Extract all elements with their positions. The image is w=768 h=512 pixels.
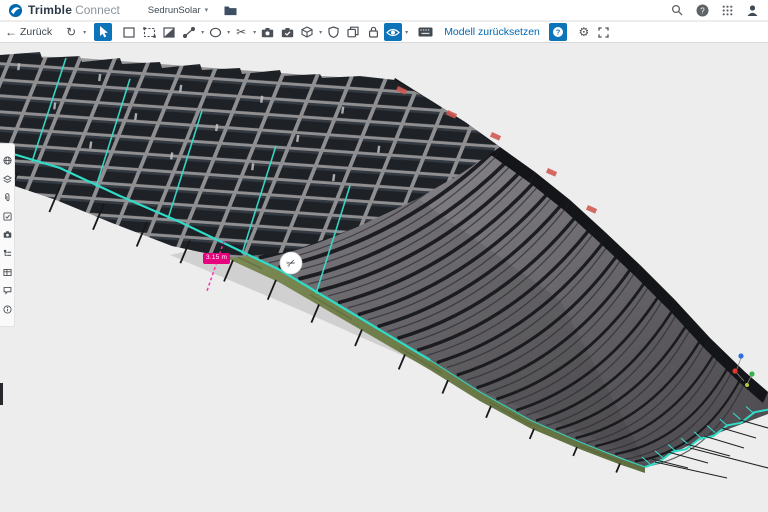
svg-text:?: ? (700, 6, 705, 15)
tree-list-icon (3, 249, 12, 258)
fullscreen-button[interactable] (595, 23, 613, 41)
globe-icon (3, 156, 12, 165)
folder-icon (224, 5, 237, 16)
camera-small-icon (3, 230, 12, 239)
measure-tool-button[interactable] (180, 23, 198, 41)
shield-icon (328, 26, 339, 38)
app-window: { "app": { "brand_primary": "Trimble", "… (0, 0, 768, 512)
orbit-tool-button[interactable]: ↻ (62, 23, 80, 41)
eye-icon (386, 27, 400, 38)
marquee-icon (143, 27, 156, 38)
ellipse-icon (209, 27, 222, 38)
help-marker-button[interactable]: ? (549, 23, 567, 41)
ellipse-caret-icon[interactable]: ▾ (227, 29, 230, 36)
edge-pole (0, 383, 3, 405)
viewer-toolbar: ← Zurück ↻ ▾ ▾ ▾ ✂ ▾ (0, 22, 768, 43)
clip-tool-button[interactable]: ✂ (232, 23, 250, 41)
lock-button[interactable] (364, 23, 382, 41)
box-select-icon (123, 27, 135, 38)
paperclip-icon (3, 193, 12, 202)
svg-text:?: ? (556, 28, 561, 37)
checkbox-icon (3, 212, 12, 221)
model-tool-button[interactable] (298, 23, 316, 41)
search-button[interactable] (669, 2, 685, 18)
account-icon (746, 4, 759, 17)
marquee-select-button[interactable] (140, 23, 158, 41)
protect-button[interactable] (324, 23, 342, 41)
keyboard-icon (418, 27, 433, 37)
snapshot-button[interactable] (258, 23, 276, 41)
apps-button[interactable] (719, 2, 735, 18)
orbit-caret-icon[interactable]: ▾ (83, 29, 86, 36)
back-arrow-icon: ← (5, 26, 17, 38)
half-filled-square-icon (163, 27, 175, 38)
trimble-logo-icon (8, 3, 23, 18)
clip-caret-icon[interactable]: ▾ (253, 29, 256, 36)
copy-icon (347, 26, 359, 38)
fullscreen-icon (598, 27, 609, 38)
top-bar: Trimble Connect SedrunSolar ▾ ? (0, 0, 768, 21)
sidebar-item-views[interactable] (2, 230, 12, 240)
camera-check-icon (281, 27, 294, 38)
invert-selection-button[interactable] (160, 23, 178, 41)
help-icon: ? (696, 4, 709, 17)
gizmo-z-handle (738, 353, 743, 358)
help-button[interactable]: ? (694, 2, 710, 18)
brand-primary: Trimble (28, 3, 72, 17)
gear-icon: ⚙ (579, 26, 590, 38)
marker-question-icon: ? (552, 26, 564, 38)
cursor-icon (98, 26, 109, 38)
visibility-caret-icon[interactable]: ▾ (405, 29, 408, 36)
box-select-button[interactable] (120, 23, 138, 41)
lock-icon (368, 26, 379, 38)
sidebar-item-layers[interactable] (2, 174, 12, 184)
gizmo-x-handle (732, 368, 737, 373)
ellipse-markup-button[interactable] (206, 23, 224, 41)
reset-model-button[interactable]: Modell zurücksetzen (437, 26, 547, 38)
context-tool-button[interactable]: ✂ (280, 252, 302, 274)
measurement-label[interactable]: 3.15 m (203, 253, 230, 264)
back-button[interactable]: ← Zurück (5, 26, 52, 38)
project-explorer-button[interactable] (224, 5, 237, 16)
orbit-icon: ↻ (66, 26, 76, 38)
visibility-button[interactable] (384, 23, 402, 41)
cube-icon (301, 26, 313, 38)
sidebar-item-todos[interactable] (2, 211, 12, 221)
back-label: Zurück (20, 26, 52, 38)
sidebar-item-comments[interactable] (2, 286, 12, 296)
search-icon (671, 4, 683, 16)
duplicate-button[interactable] (344, 23, 362, 41)
measure-caret-icon[interactable]: ▾ (201, 29, 204, 36)
keyboard-shortcuts-button[interactable] (416, 23, 435, 41)
sidebar-item-models[interactable] (2, 156, 12, 166)
sidebar-item-attachments[interactable] (2, 193, 12, 203)
snapshot-views-button[interactable] (278, 23, 296, 41)
table-icon (3, 268, 12, 277)
camera-icon (261, 27, 274, 38)
project-selector[interactable]: SedrunSolar ▾ (148, 5, 208, 16)
comment-icon (3, 286, 12, 295)
select-tool-button[interactable] (94, 23, 112, 41)
sidebar-item-info[interactable] (2, 304, 12, 314)
layers-icon (3, 175, 12, 184)
scissors-tool-icon: ✂ (236, 26, 246, 38)
model-caret-icon[interactable]: ▾ (319, 29, 322, 36)
chevron-down-icon: ▾ (205, 7, 209, 14)
brand-secondary: Connect (75, 3, 120, 17)
gizmo-y-handle (749, 371, 754, 376)
settings-button[interactable]: ⚙ (575, 23, 593, 41)
sidebar-item-object-tree[interactable] (2, 249, 12, 259)
info-icon (3, 305, 12, 314)
brand-logo[interactable]: Trimble Connect (8, 3, 120, 18)
project-name: SedrunSolar (148, 5, 201, 16)
left-sidebar (0, 143, 15, 327)
apps-grid-icon (722, 5, 733, 16)
topbar-right-icons: ? (669, 2, 760, 18)
measure-icon (183, 27, 195, 38)
account-button[interactable] (744, 2, 760, 18)
sidebar-item-tables[interactable] (2, 267, 12, 277)
gizmo-aux-handle (745, 383, 749, 387)
model-viewport[interactable]: ✂ (0, 0, 768, 512)
